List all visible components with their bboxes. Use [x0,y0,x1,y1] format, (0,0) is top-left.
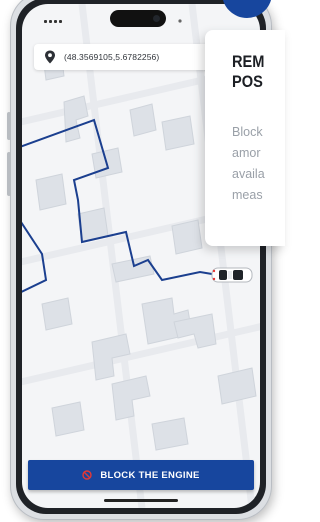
phone-side-button [7,152,11,196]
status-indicator-icon [178,19,182,23]
phone-side-button [7,112,11,140]
block-engine-button[interactable]: BLOCK THE ENGINE [28,460,254,490]
block-engine-label: BLOCK THE ENGINE [100,469,200,481]
coordinates-text: (48.3569105,5.6782256) [64,52,160,62]
home-indicator[interactable] [104,499,178,502]
car-icon[interactable] [210,266,254,284]
camera-notch [110,10,166,27]
camera-icon [153,15,160,22]
map-pin-icon [45,50,55,64]
route-line-left [22,221,48,293]
signal-icon [44,20,62,23]
card-body-text: Block amor availa meas [232,125,265,202]
ban-icon [82,470,93,480]
card-title: REM POS [232,52,265,91]
